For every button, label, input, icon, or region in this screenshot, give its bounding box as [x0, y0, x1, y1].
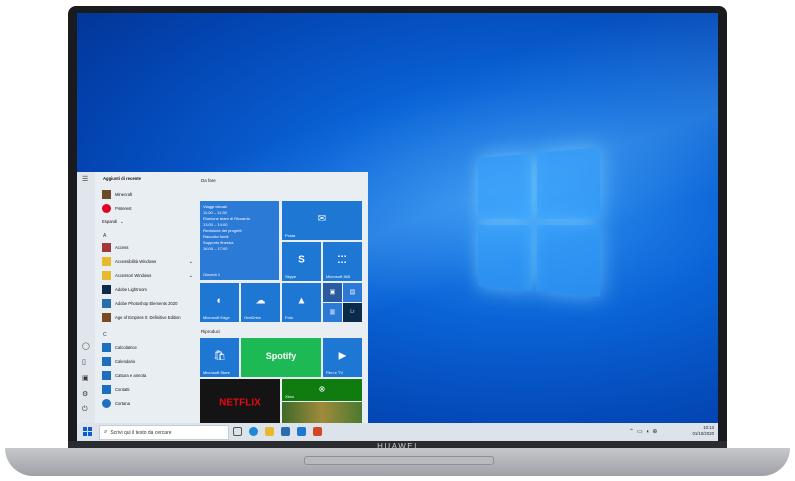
power-icon[interactable]: ⏻ [82, 406, 88, 414]
app-item-contatti[interactable]: Contatti [102, 384, 197, 395]
app-item-pinterest[interactable]: Pinterest [102, 203, 197, 214]
app-item-calendario[interactable]: Calendario [102, 356, 197, 367]
documents-icon[interactable]: ▯ [82, 358, 86, 366]
tile-films[interactable]: ▶ Film e TV [323, 338, 362, 377]
aoe-icon [102, 313, 111, 322]
cloud-icon: ☁ [255, 295, 266, 307]
hamburger-icon[interactable]: ☰ [82, 175, 88, 183]
tile-microsoft-365[interactable]: ▪▪▪ ▪▪▪ Microsoft 365 [323, 242, 362, 281]
calculator-icon [102, 343, 111, 352]
mail-icon: ✉ [317, 213, 327, 225]
app-icon: ▣ [329, 289, 336, 296]
minecraft-icon [102, 190, 111, 199]
expand-button[interactable]: Espandi ⌄ [102, 216, 197, 227]
store-taskbar-icon[interactable] [281, 427, 290, 436]
app-item-minecraft[interactable]: Minecraft [102, 189, 197, 200]
cortana-icon [102, 399, 111, 408]
task-view-icon[interactable] [233, 427, 242, 436]
search-placeholder: Scrivi qui il testo da cercare [110, 429, 172, 436]
user-icon[interactable]: ◯ [82, 342, 90, 350]
chevron-down-icon: ⌄ [188, 272, 193, 279]
access-icon [102, 243, 111, 252]
tile-area: Da fare Viaggi virtuali 11:00 – 11:30 Ri… [199, 172, 368, 423]
mail-taskbar-icon[interactable] [297, 427, 306, 436]
tile-skype[interactable]: S Skype [282, 242, 321, 281]
app-item-calcolatrice[interactable]: Calcolatrice [102, 342, 197, 353]
laptop-hinge [304, 456, 494, 465]
app-item-accessori[interactable]: Accessori Windows ⌄ [102, 270, 197, 281]
desktop-screen: ☰ ◯ ▯ ▣ ⚙ ⏻ Aggiunti di recente Minecraf… [77, 13, 718, 441]
app-list: Aggiunti di recente Minecraft Pinterest … [97, 172, 197, 423]
windows-start-icon[interactable] [83, 427, 93, 437]
app-item-accessibilita[interactable]: Accessibilità Windows ⌄ [102, 256, 197, 267]
section-letter-a[interactable]: A [103, 233, 106, 239]
tile-game-image[interactable] [282, 402, 362, 423]
tile-netflix[interactable]: NETFLIX [200, 379, 280, 423]
edge-icon: ◐ [216, 295, 223, 307]
store-bag-icon: 🛍 [213, 350, 226, 362]
folder-icon [102, 271, 111, 280]
tile-edge[interactable]: ◐ Microsoft Edge [200, 283, 239, 322]
section-letter-c[interactable]: C [103, 332, 107, 338]
chevron-down-icon: ⌄ [188, 258, 193, 265]
calendar-icon [102, 357, 111, 366]
tile-group-header-2: Riproduci [201, 329, 221, 334]
lightroom-icon [102, 285, 111, 294]
tile-small-3[interactable]: ▥ [323, 303, 342, 322]
app-item-age-of-empires[interactable]: Age of Empires II: Definitive Edition [102, 312, 197, 323]
app-icon: ▤ [349, 289, 356, 296]
edge-taskbar-icon[interactable] [249, 427, 258, 436]
tile-onedrive[interactable]: ☁ OneDrive [241, 283, 280, 322]
tile-group-header-1: Da fare [201, 178, 216, 183]
tile-lightroom[interactable]: Lr [343, 303, 362, 322]
file-explorer-icon[interactable] [265, 427, 274, 436]
spotify-logo: Spotify [265, 350, 297, 361]
netflix-logo: NETFLIX [219, 397, 261, 409]
tile-store[interactable]: 🛍 Microsoft Store [200, 338, 239, 377]
system-tray-icons[interactable]: ⌃▭◖⊕ [629, 428, 660, 435]
office-taskbar-icon[interactable] [313, 427, 322, 436]
folder-icon [102, 257, 111, 266]
lightroom-icon: Lr [350, 308, 355, 315]
tile-mail[interactable]: ✉ Posta [282, 201, 362, 240]
settings-gear-icon[interactable]: ⚙ [82, 390, 88, 398]
tile-spotify[interactable]: Spotify [241, 338, 321, 377]
recent-header: Aggiunti di recente [103, 176, 141, 181]
xbox-icon: ⊗ [318, 384, 326, 394]
pictures-icon[interactable]: ▣ [82, 374, 89, 382]
app-item-photoshop[interactable]: Adobe Photoshop Elements 2020 [102, 298, 197, 309]
app-item-lightroom[interactable]: Adobe Lightroom [102, 284, 197, 295]
search-icon: ⌕ [104, 429, 108, 435]
contacts-icon [102, 385, 111, 394]
photoshop-icon [102, 299, 111, 308]
office-apps-icon: ▪▪▪ ▪▪▪ [337, 253, 348, 266]
pinterest-icon [102, 204, 111, 213]
app-item-access[interactable]: Access [102, 242, 197, 253]
snip-icon [102, 371, 111, 380]
search-box[interactable]: ⌕ Scrivi qui il testo da cercare [99, 425, 229, 440]
tile-calendar[interactable]: Viaggi virtuali 11:00 – 11:30 Riunione t… [200, 201, 279, 280]
app-item-cortana[interactable]: Cortana [102, 398, 197, 409]
clock[interactable]: 10:13 01/10/2020 [692, 425, 714, 437]
photo-icon: ▲ [296, 295, 307, 307]
taskbar: ⌕ Scrivi qui il testo da cercare ⌃▭◖⊕ 10… [77, 423, 718, 441]
start-menu: ☰ ◯ ▯ ▣ ⚙ ⏻ Aggiunti di recente Minecraf… [77, 172, 368, 423]
skype-icon: S [298, 254, 305, 266]
app-icon: ▥ [329, 309, 336, 316]
start-rail: ☰ ◯ ▯ ▣ ⚙ ⏻ [77, 172, 95, 423]
windows-logo-wallpaper [477, 146, 602, 300]
film-icon: ▶ [338, 350, 347, 362]
tile-photos[interactable]: ▲ Foto [282, 283, 321, 322]
app-item-cattura[interactable]: Cattura e annota [102, 370, 197, 381]
tile-xbox[interactable]: ⊗ Xbox [282, 379, 362, 401]
tile-small-2[interactable]: ▤ [343, 283, 362, 302]
tile-small-1[interactable]: ▣ [323, 283, 342, 302]
